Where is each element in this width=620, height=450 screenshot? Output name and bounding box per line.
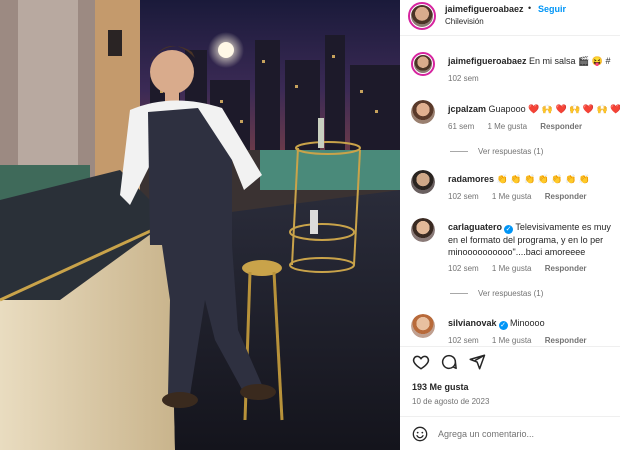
post-side-panel: jaimefigueroabaez • Seguir Chilevisión j… <box>400 0 620 450</box>
comment-likes[interactable]: 1 Me gusta <box>492 336 532 345</box>
reply-button[interactable]: Responder <box>545 336 587 345</box>
comment-username[interactable]: carlaguatero <box>448 222 502 232</box>
post-image <box>0 0 400 450</box>
caption-username[interactable]: jaimefigueroabaez <box>448 56 527 66</box>
comment-text: Televisivamente es muy <box>515 222 611 232</box>
follow-button[interactable]: Seguir <box>538 4 566 14</box>
verified-badge-icon: ✓ <box>504 225 514 234</box>
replies-divider <box>450 293 468 295</box>
comment-line: jcpalzam Guapooo ❤️ 🙌 ❤️ 🙌 ❤️ 🙌 ❤️ <box>448 104 620 115</box>
comment-text: Guapooo <box>488 104 526 114</box>
post-date: 10 de agosto de 2023 <box>412 397 490 406</box>
comment-meta: 102 sem 1 Me gusta Responder <box>448 336 598 345</box>
comment-line: radamores 👏 👏 👏 👏 👏 👏 👏 <box>448 174 590 185</box>
comment-line: carlaguatero ✓ Televisivamente es muy <box>448 222 611 234</box>
comment-likes[interactable]: 1 Me gusta <box>492 192 532 201</box>
caption-age: 102 sem <box>448 74 479 83</box>
comment-username[interactable]: jcpalzam <box>448 104 486 114</box>
view-replies-label: Ver respuestas (1) <box>478 289 544 298</box>
add-comment-bar <box>400 416 620 450</box>
view-replies-label: Ver respuestas (1) <box>478 147 544 156</box>
comment-emojis: ❤️ 🙌 ❤️ 🙌 ❤️ 🙌 ❤️ <box>528 104 620 114</box>
comment-age: 102 sem <box>448 264 479 273</box>
reply-button[interactable]: Responder <box>545 192 587 201</box>
caption-meta: 102 sem <box>448 74 490 83</box>
view-replies-button[interactable]: Ver respuestas (1) <box>450 289 543 298</box>
header-separator: • <box>528 3 532 13</box>
comment-age: 102 sem <box>448 192 479 201</box>
comment-username[interactable]: radamores <box>448 174 494 184</box>
comment-icon[interactable] <box>440 353 458 371</box>
caption-text: En mi salsa <box>529 56 576 66</box>
reply-button[interactable]: Responder <box>540 122 582 131</box>
comments-list[interactable]: jaimefigueroabaez En mi salsa 🎬 😝 # 102 … <box>400 36 620 346</box>
comment-likes[interactable]: 1 Me gusta <box>492 264 532 273</box>
caption-emojis: 🎬 😝 # <box>578 56 611 66</box>
view-replies-button[interactable]: Ver respuestas (1) <box>450 147 543 156</box>
emoji-icon[interactable] <box>412 426 428 442</box>
post-location[interactable]: Chilevisión <box>445 17 484 26</box>
verified-badge-icon: ✓ <box>498 321 508 330</box>
comment-age: 102 sem <box>448 336 479 345</box>
comment-meta: 102 sem 1 Me gusta Responder <box>448 192 598 201</box>
comment-text: Minoooo <box>510 318 545 328</box>
comment-meta: 102 sem 1 Me gusta Responder <box>448 264 598 273</box>
add-comment-input[interactable] <box>438 426 608 442</box>
comment-avatar[interactable] <box>411 100 435 124</box>
comment-emojis: 👏 👏 👏 👏 👏 👏 👏 <box>496 174 590 184</box>
comment-text-line2: en el formato del programa, y en lo per <box>448 235 604 245</box>
comment-text-line3: minoooooooooo"....baci amoreeee <box>448 247 586 257</box>
author-username[interactable]: jaimefigueroabaez <box>445 4 524 14</box>
comment-likes[interactable]: 1 Me gusta <box>487 122 527 131</box>
comment-meta: 61 sem 1 Me gusta Responder <box>448 122 593 131</box>
share-icon[interactable] <box>468 353 486 371</box>
post-photo-svg <box>0 0 400 450</box>
post-header: jaimefigueroabaez • Seguir Chilevisión <box>400 0 620 36</box>
heart-icon[interactable] <box>412 353 430 371</box>
comment-avatar[interactable] <box>411 170 435 194</box>
post-actions: 193 Me gusta 10 de agosto de 2023 <box>400 346 620 416</box>
comment-line: silvianovak ✓ Minoooo <box>448 318 545 330</box>
comment-avatar[interactable] <box>411 314 435 338</box>
caption-line: jaimefigueroabaez En mi salsa 🎬 😝 # <box>448 56 611 67</box>
comment-age: 61 sem <box>448 122 475 131</box>
likes-count[interactable]: 193 Me gusta <box>412 382 469 392</box>
comment-avatar[interactable] <box>411 218 435 242</box>
comment-username[interactable]: silvianovak <box>448 318 497 328</box>
replies-divider <box>450 151 468 153</box>
caption-avatar[interactable] <box>411 52 435 76</box>
reply-button[interactable]: Responder <box>545 264 587 273</box>
author-avatar[interactable] <box>408 2 436 30</box>
